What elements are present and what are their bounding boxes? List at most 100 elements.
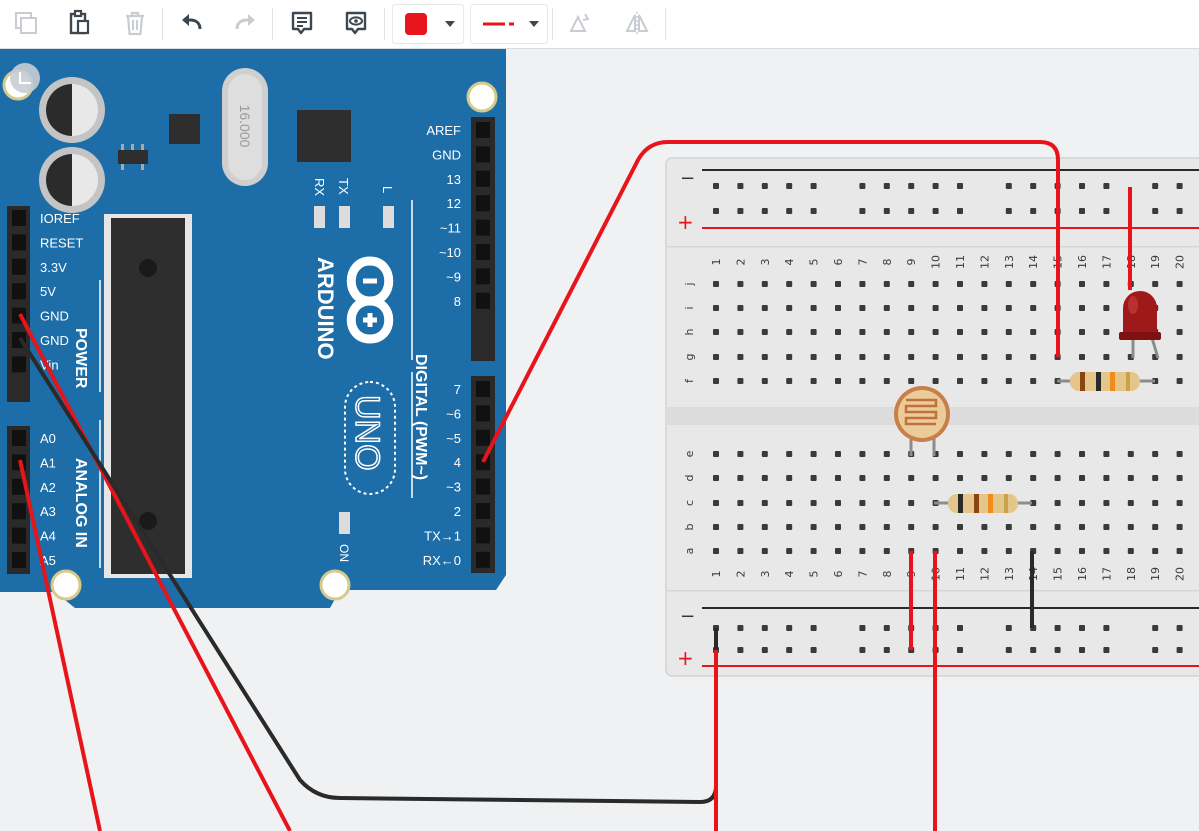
breadboard-hole[interactable]: [932, 475, 939, 481]
breadboard-hole[interactable]: [1079, 281, 1085, 287]
breadboard-hole[interactable]: [1030, 183, 1037, 189]
breadboard-hole[interactable]: [1127, 548, 1134, 554]
breadboard-hole[interactable]: [835, 354, 841, 360]
breadboard-hole[interactable]: [810, 329, 817, 335]
breadboard-hole[interactable]: [713, 305, 719, 311]
breadboard-hole[interactable]: [1176, 378, 1183, 384]
breadboard-hole[interactable]: [1152, 500, 1159, 506]
breadboard-hole[interactable]: [737, 208, 744, 214]
breadboard-hole[interactable]: [1054, 548, 1061, 554]
breadboard-hole[interactable]: [1030, 475, 1037, 481]
breadboard-hole[interactable]: [883, 647, 890, 653]
redo-button[interactable]: [225, 4, 265, 42]
breadboard-hole[interactable]: [761, 625, 768, 631]
breadboard-hole[interactable]: [883, 451, 890, 457]
paste-button[interactable]: [59, 4, 99, 42]
digital-header-bottom[interactable]: [471, 376, 495, 573]
breadboard-hole[interactable]: [1152, 548, 1159, 554]
breadboard-hole[interactable]: [957, 305, 963, 311]
breadboard-hole[interactable]: [932, 305, 939, 311]
header-pin[interactable]: [476, 381, 490, 397]
analog-header[interactable]: [7, 426, 30, 574]
breadboard-hole[interactable]: [786, 378, 793, 384]
breadboard-hole[interactable]: [981, 354, 988, 360]
breadboard-hole[interactable]: [883, 548, 890, 554]
breadboard-hole[interactable]: [1103, 305, 1110, 311]
breadboard-hole[interactable]: [859, 354, 866, 360]
breadboard-hole[interactable]: [957, 647, 963, 653]
breadboard-hole[interactable]: [835, 500, 841, 506]
breadboard-hole[interactable]: [786, 208, 793, 214]
breadboard-hole[interactable]: [737, 451, 744, 457]
breadboard-hole[interactable]: [859, 183, 866, 189]
breadboard-hole[interactable]: [761, 500, 768, 506]
breadboard-hole[interactable]: [1079, 329, 1085, 335]
breadboard-hole[interactable]: [1103, 354, 1110, 360]
breadboard-hole[interactable]: [786, 451, 793, 457]
breadboard-hole[interactable]: [981, 475, 988, 481]
breadboard-hole[interactable]: [1152, 625, 1159, 631]
breadboard-hole[interactable]: [1103, 451, 1110, 457]
breadboard-hole[interactable]: [1176, 500, 1183, 506]
breadboard-hole[interactable]: [1103, 183, 1110, 189]
header-pin[interactable]: [476, 170, 490, 187]
breadboard-hole[interactable]: [737, 625, 744, 631]
breadboard-hole[interactable]: [908, 475, 915, 481]
breadboard-hole[interactable]: [883, 354, 890, 360]
breadboard-hole[interactable]: [786, 500, 793, 506]
breadboard-hole[interactable]: [786, 354, 793, 360]
delete-button[interactable]: [115, 4, 155, 42]
breadboard-hole[interactable]: [932, 281, 939, 287]
breadboard-hole[interactable]: [1079, 625, 1085, 631]
breadboard-hole[interactable]: [981, 281, 988, 287]
breadboard-hole[interactable]: [883, 625, 890, 631]
breadboard-hole[interactable]: [810, 647, 817, 653]
breadboard-hole[interactable]: [1005, 183, 1012, 189]
breadboard-hole[interactable]: [810, 475, 817, 481]
breadboard-hole[interactable]: [713, 500, 719, 506]
breadboard-hole[interactable]: [981, 451, 988, 457]
breadboard-hole[interactable]: [810, 208, 817, 214]
breadboard-hole[interactable]: [1079, 305, 1085, 311]
breadboard-hole[interactable]: [737, 524, 744, 530]
header-pin[interactable]: [476, 551, 490, 568]
breadboard-hole[interactable]: [859, 281, 866, 287]
header-pin[interactable]: [476, 195, 490, 212]
breadboard-hole[interactable]: [859, 524, 866, 530]
header-pin[interactable]: [476, 429, 490, 446]
breadboard-hole[interactable]: [713, 451, 719, 457]
breadboard-hole[interactable]: [810, 451, 817, 457]
breadboard-hole[interactable]: [786, 548, 793, 554]
breadboard-hole[interactable]: [883, 329, 890, 335]
breadboard-hole[interactable]: [1054, 451, 1061, 457]
header-pin[interactable]: [12, 210, 26, 226]
breadboard-hole[interactable]: [1103, 281, 1110, 287]
header-pin[interactable]: [476, 405, 490, 422]
breadboard-hole[interactable]: [810, 305, 817, 311]
breadboard-hole[interactable]: [713, 183, 719, 189]
breadboard-hole[interactable]: [883, 378, 890, 384]
header-pin[interactable]: [476, 122, 490, 138]
breadboard-hole[interactable]: [1005, 451, 1012, 457]
breadboard-hole[interactable]: [1005, 524, 1012, 530]
breadboard-hole[interactable]: [1030, 208, 1037, 214]
breadboard-hole[interactable]: [957, 451, 963, 457]
breadboard-hole[interactable]: [1005, 354, 1012, 360]
header-pin[interactable]: [476, 527, 490, 544]
breadboard-hole[interactable]: [1005, 548, 1012, 554]
breadboard-hole[interactable]: [1152, 281, 1159, 287]
breadboard-hole[interactable]: [1176, 208, 1183, 214]
breadboard-hole[interactable]: [761, 451, 768, 457]
breadboard-hole[interactable]: [1127, 475, 1134, 481]
breadboard-hole[interactable]: [786, 475, 793, 481]
breadboard-hole[interactable]: [1152, 451, 1159, 457]
view-button[interactable]: [336, 4, 376, 42]
breadboard-hole[interactable]: [1152, 183, 1159, 189]
breadboard-hole[interactable]: [908, 524, 915, 530]
breadboard-hole[interactable]: [859, 625, 866, 631]
breadboard-hole[interactable]: [1176, 451, 1183, 457]
breadboard-hole[interactable]: [737, 281, 744, 287]
breadboard-hole[interactable]: [908, 500, 915, 506]
breadboard-hole[interactable]: [981, 378, 988, 384]
breadboard-hole[interactable]: [859, 451, 866, 457]
